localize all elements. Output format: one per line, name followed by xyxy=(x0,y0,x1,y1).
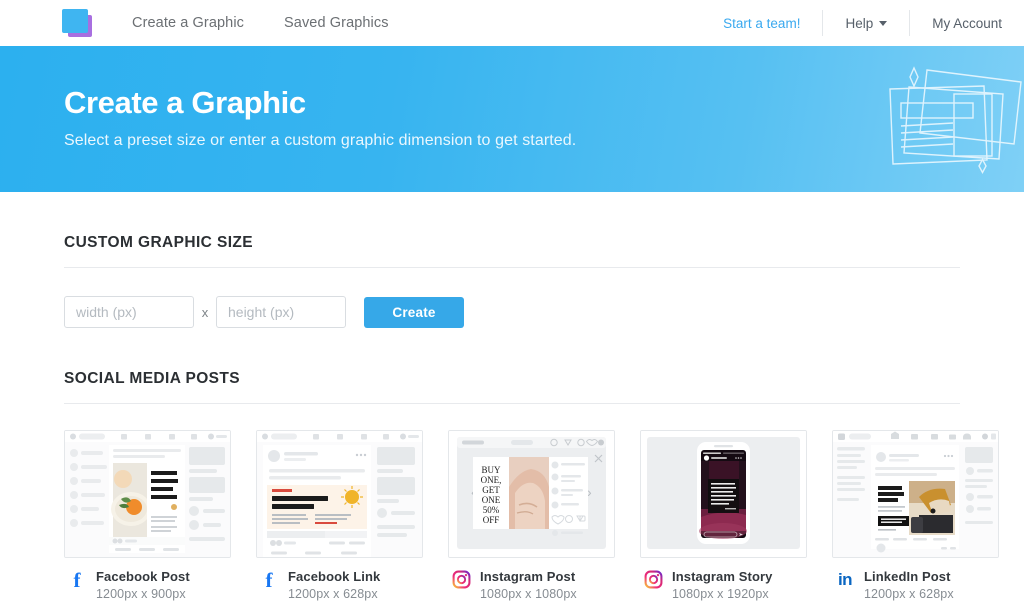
card-dimensions: 1080px x 1080px xyxy=(480,587,577,601)
card-meta: f Facebook Post 1200px x 900px xyxy=(64,569,231,601)
instagram-glyph xyxy=(452,570,470,589)
thumbnail-facebook-link xyxy=(256,430,423,558)
top-header: Create a Graphic Saved Graphics Start a … xyxy=(0,0,1024,46)
page-title: Create a Graphic xyxy=(64,85,306,120)
card-meta: Instagram Story 1080px x 1920px xyxy=(640,569,807,601)
card-dimensions: 1200px x 628px xyxy=(864,587,954,601)
instagram-story-preview xyxy=(641,431,806,557)
logo-front-square xyxy=(62,9,88,33)
primary-nav: Create a Graphic Saved Graphics xyxy=(132,15,389,31)
card-label-group: Facebook Post 1200px x 900px xyxy=(96,569,190,601)
thumbnail-instagram-post: ‹ › BUYONE,GET ONE50%OFF xyxy=(448,430,615,558)
card-title: LinkedIn Post xyxy=(864,569,951,584)
facebook-icon: f xyxy=(73,568,81,592)
linkedin-post-preview xyxy=(833,431,998,557)
start-a-team-link[interactable]: Start a team! xyxy=(701,16,822,31)
card-meta: in LinkedIn Post 1200px x 628px xyxy=(832,569,999,601)
chevron-down-icon xyxy=(879,20,888,26)
custom-size-form: x Create xyxy=(64,296,960,328)
card-title: Facebook Post xyxy=(96,569,190,584)
card-dimensions: 1200px x 628px xyxy=(288,587,378,601)
preset-card-instagram-story[interactable]: Instagram Story 1080px x 1920px xyxy=(640,430,807,601)
nav-create-a-graphic[interactable]: Create a Graphic xyxy=(132,15,244,31)
instagram-glyph xyxy=(644,570,662,589)
help-menu[interactable]: Help xyxy=(823,16,909,31)
section-divider xyxy=(64,403,960,404)
preset-card-facebook-post[interactable]: f Facebook Post 1200px x 900px xyxy=(64,430,231,601)
width-input[interactable] xyxy=(64,296,194,328)
card-dimensions: 1200px x 900px xyxy=(96,587,186,601)
card-title: Instagram Story xyxy=(672,569,773,584)
create-button[interactable]: Create xyxy=(364,296,464,328)
card-meta: f Facebook Link 1200px x 628px xyxy=(256,569,423,601)
card-label-group: LinkedIn Post 1200px x 628px xyxy=(864,569,954,601)
thumbnail-linkedin-post xyxy=(832,430,999,558)
card-dimensions: 1080px x 1920px xyxy=(672,587,769,601)
dimension-separator: x xyxy=(201,304,209,320)
preset-card-facebook-link[interactable]: f Facebook Link 1200px x 628px xyxy=(256,430,423,601)
secondary-nav: Start a team! Help My Account xyxy=(701,10,1024,36)
social-media-heading: SOCIAL MEDIA POSTS xyxy=(64,370,240,387)
section-divider xyxy=(64,267,960,268)
linkedin-icon: in xyxy=(837,570,853,589)
svg-text:ONE,: ONE, xyxy=(481,475,502,485)
page-subtitle: Select a preset size or enter a custom g… xyxy=(64,132,577,150)
hero-banner: Create a Graphic Select a preset size or… xyxy=(0,46,1024,192)
card-label-group: Instagram Story 1080px x 1920px xyxy=(672,569,772,601)
card-label-group: Instagram Post 1080px x 1080px xyxy=(480,569,577,601)
thumbnail-facebook-post xyxy=(64,430,231,558)
custom-size-heading: CUSTOM GRAPHIC SIZE xyxy=(64,234,254,251)
card-meta: Instagram Post 1080px x 1080px xyxy=(448,569,615,601)
svg-text:GET: GET xyxy=(482,485,500,495)
thumbnail-instagram-story xyxy=(640,430,807,558)
preset-card-list: f Facebook Post 1200px x 900px f Faceboo… xyxy=(64,430,999,601)
card-title: Facebook Link xyxy=(288,569,381,584)
height-input[interactable] xyxy=(216,296,346,328)
svg-text:OFF: OFF xyxy=(483,515,500,525)
svg-text:BUY: BUY xyxy=(481,465,501,475)
my-account-menu[interactable]: My Account xyxy=(910,16,1024,31)
app-logo[interactable] xyxy=(62,8,98,38)
main-content: CUSTOM GRAPHIC SIZE x Create SOCIAL MEDI… xyxy=(0,192,1024,601)
instagram-icon xyxy=(448,569,474,589)
facebook-icon: f xyxy=(265,568,273,592)
nav-saved-graphics[interactable]: Saved Graphics xyxy=(284,15,389,31)
preset-card-linkedin-post[interactable]: in LinkedIn Post 1200px x 628px xyxy=(832,430,999,601)
preset-card-instagram-post[interactable]: ‹ › BUYONE,GET ONE50%OFF xyxy=(448,430,615,601)
svg-text:ONE: ONE xyxy=(482,495,501,505)
card-title: Instagram Post xyxy=(480,569,576,584)
instagram-icon xyxy=(640,569,666,589)
facebook-link-preview xyxy=(257,431,422,557)
help-label: Help xyxy=(845,15,874,31)
card-label-group: Facebook Link 1200px x 628px xyxy=(288,569,380,601)
instagram-post-preview: ‹ › BUYONE,GET ONE50%OFF xyxy=(449,431,614,557)
custom-size-section: CUSTOM GRAPHIC SIZE x Create xyxy=(64,192,960,328)
facebook-post-preview xyxy=(65,431,230,557)
svg-text:50%: 50% xyxy=(483,505,500,515)
social-media-section: SOCIAL MEDIA POSTS f Facebook Post 1200p… xyxy=(64,328,999,601)
